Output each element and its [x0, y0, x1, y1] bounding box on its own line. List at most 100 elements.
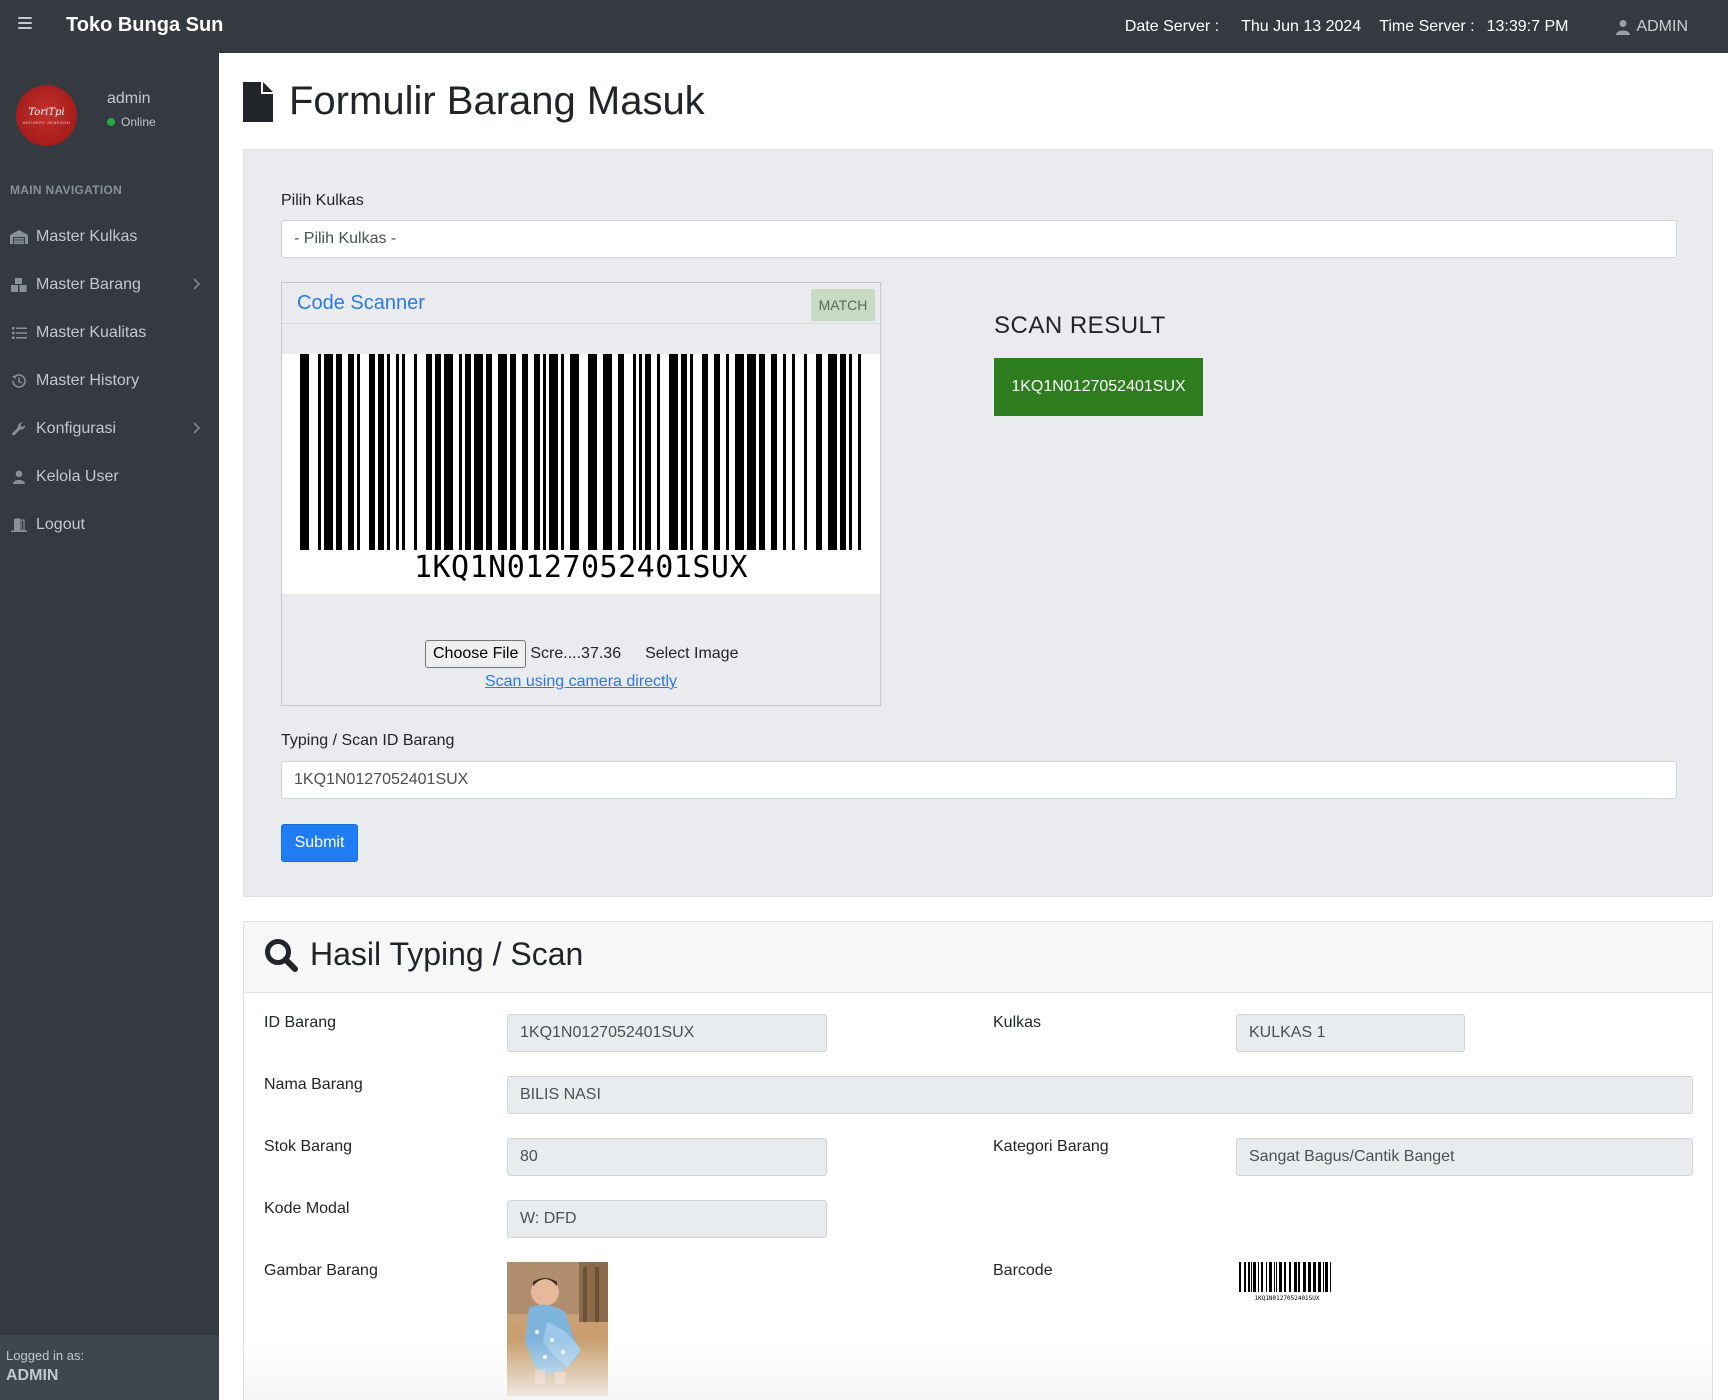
scanner-title[interactable]: Code Scanner	[297, 292, 425, 315]
page-title-text: Formulir Barang Masuk	[289, 79, 705, 123]
barcode-bar	[747, 354, 756, 550]
nama-barang-field: BILIS NASI	[507, 1076, 1693, 1114]
barcode-bar	[657, 354, 660, 550]
sidebar-user-name[interactable]: admin	[107, 90, 151, 108]
date-server-label: Date Server :	[1124, 17, 1220, 35]
barcode-bar	[1279, 1262, 1282, 1292]
avatar-logo-text: ToriTpi	[28, 106, 65, 118]
barcode-bar	[783, 354, 786, 550]
sidebar-item-master-history[interactable]: Master History	[0, 357, 219, 405]
user-menu-label: ADMIN	[1636, 17, 1688, 35]
chevron-right-icon	[193, 278, 201, 290]
barcode-bar	[1308, 1262, 1311, 1292]
id-barang-input[interactable]: 1KQ1N0127052401SUX	[281, 761, 1677, 799]
barcode-bar	[702, 354, 708, 550]
status-badge: MATCH	[811, 289, 875, 321]
menu-toggle-icon[interactable]	[18, 17, 32, 29]
id-barang-input-label: Typing / Scan ID Barang	[281, 732, 455, 749]
barcode-bar	[1261, 1262, 1263, 1292]
barcode-bar	[336, 354, 342, 550]
barcode-bar	[1251, 1262, 1252, 1292]
barcode-bar	[840, 354, 846, 550]
barcode-bar	[1318, 1262, 1321, 1292]
barcode-bar	[357, 354, 360, 550]
barcode-bar	[1298, 1262, 1300, 1292]
sidebar-item-master-kulkas[interactable]: Master Kulkas	[0, 213, 219, 261]
barcode-bar	[426, 354, 432, 550]
barcode-bar	[444, 354, 453, 550]
kulkas-label: Pilih Kulkas	[281, 192, 364, 209]
barcode-bar	[561, 354, 564, 550]
barcode-bar	[498, 354, 507, 550]
barcode-bar	[402, 354, 405, 550]
sidebar-item-label: Logout	[36, 516, 85, 533]
logged-in-label: Logged in as:	[6, 1348, 85, 1363]
main-content: Formulir Barang Masuk Pilih Kulkas - Pil…	[219, 53, 1728, 1400]
barcode-bar	[1276, 1262, 1277, 1292]
barcode-text: 1KQ1N0127052401SUX	[413, 550, 749, 585]
kulkas-result-label: Kulkas	[993, 1014, 1042, 1031]
scan-camera-link[interactable]: Scan using camera directly	[282, 673, 880, 691]
barcode-bar	[387, 354, 390, 550]
barcode-bar	[414, 354, 417, 550]
barcode-bar	[735, 354, 744, 550]
barcode-bar	[1244, 1262, 1246, 1292]
barcode-bar	[639, 354, 642, 550]
scan-result-title: SCAN RESULT	[994, 312, 1166, 339]
barcode-bar	[669, 354, 678, 550]
sidebar-item-konfigurasi[interactable]: Konfigurasi	[0, 405, 219, 453]
sidebar-item-label: Konfigurasi	[36, 420, 117, 437]
nav-list: Master Kulkas Master Barang Master Kuali…	[0, 213, 219, 549]
barcode-bar	[1323, 1262, 1324, 1292]
file-row: Choose File Scre....37.36 Select Image	[425, 640, 738, 668]
stok-barang-field: 80	[507, 1138, 827, 1176]
barcode-bar	[1239, 1262, 1241, 1292]
bottom-fade	[244, 1340, 1712, 1400]
barcode-bar	[1258, 1262, 1259, 1292]
kulkas-field: KULKAS 1	[1236, 1014, 1465, 1052]
id-barang-label: ID Barang	[264, 1014, 337, 1031]
barcode-bar	[324, 354, 333, 550]
barcode-bar	[588, 354, 597, 550]
barcode-bar	[618, 354, 624, 550]
barcode-bar	[681, 354, 687, 550]
barcode-bar	[804, 354, 807, 550]
barcode-bar	[534, 354, 540, 550]
time-server-value: 13:39:7 PM	[1486, 17, 1569, 35]
search-icon	[265, 939, 298, 972]
kode-modal-field: W: DFD	[507, 1200, 827, 1238]
user-menu[interactable]: ADMIN	[1616, 18, 1688, 36]
barcode-image: 1KQ1N0127052401SUX	[1239, 1262, 1335, 1307]
sidebar-item-logout[interactable]: Logout	[0, 501, 219, 549]
choose-file-button[interactable]: Choose File	[425, 640, 527, 668]
sidebar-item-label: Kelola User	[36, 468, 119, 485]
form-card: Pilih Kulkas - Pilih Kulkas - Code Scann…	[243, 149, 1713, 897]
submit-button[interactable]: Submit	[281, 824, 358, 862]
sidebar-item-master-barang[interactable]: Master Barang	[0, 261, 219, 309]
barcode-bar	[726, 354, 729, 550]
sidebar-item-label: Master Kualitas	[36, 324, 147, 341]
barcode-bar	[1248, 1262, 1250, 1292]
online-dot-icon	[107, 118, 115, 126]
barcode-bar	[816, 354, 822, 550]
barcode-bar	[570, 354, 579, 550]
time-server-label: Time Server :	[1379, 17, 1475, 35]
logged-in-user: ADMIN	[6, 1367, 59, 1384]
barcode-bar	[1284, 1262, 1286, 1292]
brand-title[interactable]: Toko Bunga Sun	[66, 14, 223, 37]
sidebar-item-label: Master History	[36, 372, 140, 389]
sidebar: ToriTpi ARCHERY SEAFOOD admin Online MAI…	[0, 53, 219, 1400]
scan-result-value: 1KQ1N0127052401SUX	[994, 358, 1203, 416]
wrench-icon	[10, 421, 28, 437]
avatar: ToriTpi ARCHERY SEAFOOD	[16, 85, 77, 146]
stok-barang-label: Stok Barang	[264, 1138, 353, 1155]
barcode-bar	[1313, 1262, 1316, 1292]
sidebar-item-kelola-user[interactable]: Kelola User	[0, 453, 219, 501]
barcode-bar	[543, 354, 546, 550]
barcode-bar	[369, 354, 375, 550]
kulkas-select[interactable]: - Pilih Kulkas -	[281, 220, 1677, 258]
id-barang-field: 1KQ1N0127052401SUX	[507, 1014, 827, 1052]
sidebar-item-label: Master Kulkas	[36, 228, 138, 245]
barcode-bar	[465, 354, 471, 550]
sidebar-item-master-kualitas[interactable]: Master Kualitas	[0, 309, 219, 357]
